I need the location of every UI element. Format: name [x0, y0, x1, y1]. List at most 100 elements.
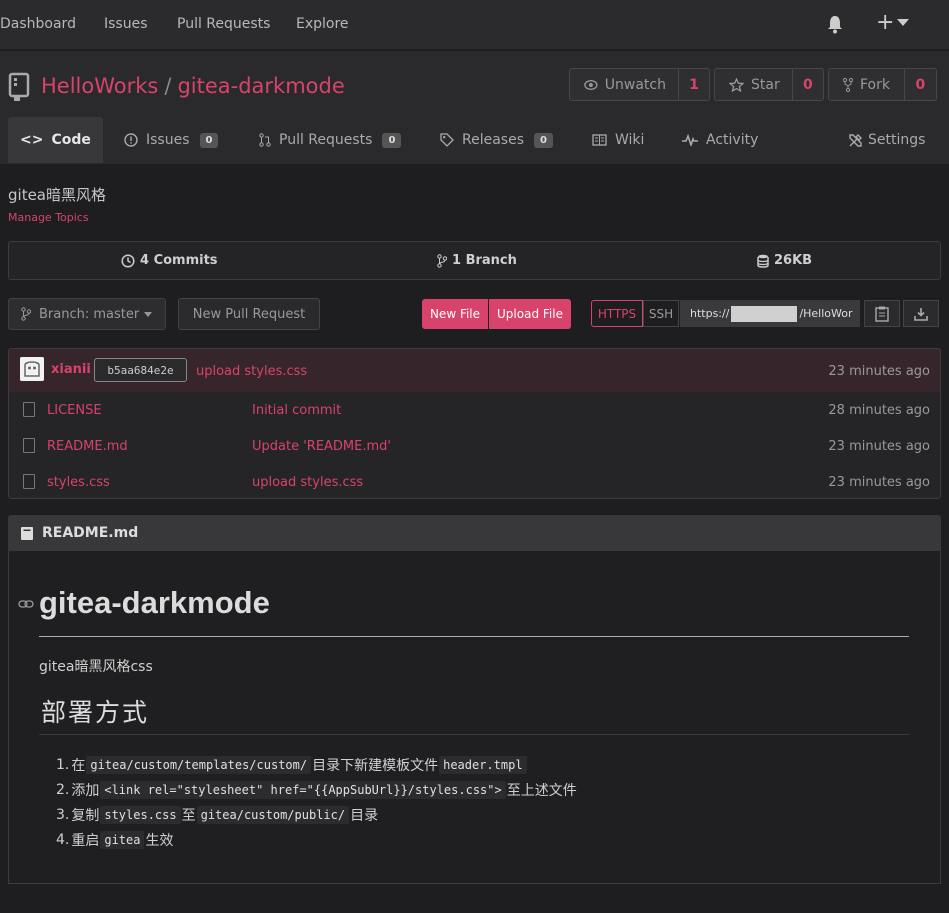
- step-text: 添加: [71, 782, 100, 799]
- watch-count[interactable]: 1: [679, 69, 709, 100]
- watch-button-group: Unwatch 1: [569, 68, 710, 101]
- step-text: 在: [71, 757, 86, 774]
- pulse-icon: [682, 134, 698, 146]
- database-icon: [757, 254, 769, 268]
- file-commit-message[interactable]: upload styles.css: [252, 475, 363, 490]
- readme-heading-2: 部署方式: [41, 698, 150, 727]
- file-name-link[interactable]: styles.css: [47, 475, 110, 490]
- tab-pull-requests[interactable]: Pull Requests 0: [259, 117, 402, 163]
- fork-count[interactable]: 0: [905, 69, 936, 100]
- step-number: 2.: [56, 781, 70, 798]
- tab-settings[interactable]: Settings: [848, 117, 925, 163]
- book-icon: [592, 134, 607, 146]
- copy-url-button[interactable]: [864, 300, 900, 327]
- bell-icon[interactable]: [826, 14, 844, 34]
- upload-file-button[interactable]: Upload File: [489, 299, 571, 329]
- download-button[interactable]: [903, 300, 939, 327]
- repo-name-link[interactable]: gitea-darkmode: [177, 74, 344, 98]
- nav-issues[interactable]: Issues: [104, 16, 148, 32]
- commit-author[interactable]: xianii: [51, 362, 91, 377]
- latest-commit-row: xianii b5aa684e2e upload styles.css 23 m…: [9, 349, 940, 392]
- tab-wiki-label: Wiki: [615, 132, 645, 148]
- branches-stat[interactable]: 1 Branch: [437, 253, 517, 268]
- list-item: 2. 添加 <link rel="stylesheet" href="{{AppS…: [56, 777, 577, 802]
- tab-releases[interactable]: Releases 0: [440, 117, 553, 163]
- tab-issues[interactable]: Issues 0: [124, 117, 219, 163]
- step-text: 生效: [145, 832, 174, 849]
- nav-dashboard[interactable]: Dashboard: [0, 16, 76, 32]
- manage-topics-link[interactable]: Manage Topics: [8, 211, 89, 224]
- list-item: 1. 在 gitea/custom/templates/custom/目录下新建模…: [56, 752, 577, 777]
- star-button[interactable]: Star: [715, 69, 793, 100]
- tab-code-label: Code: [51, 132, 91, 148]
- tab-code[interactable]: <> Code: [8, 117, 103, 163]
- table-row: styles.css upload styles.css 23 minutes …: [9, 464, 940, 498]
- eye-icon: [584, 79, 598, 90]
- nav-pull-requests[interactable]: Pull Requests: [177, 16, 270, 32]
- file-icon: [23, 438, 35, 453]
- top-navbar: Dashboard Issues Pull Requests Explore +: [0, 0, 949, 50]
- clone-url-suffix: /HelloWor: [799, 307, 853, 320]
- commits-count: 4 Commits: [140, 253, 218, 268]
- file-icon: [23, 402, 35, 417]
- tab-releases-label: Releases: [462, 132, 524, 148]
- step-text: 目录下新建模板文件: [312, 757, 439, 774]
- repo-title: HelloWorks / gitea-darkmode: [41, 74, 345, 98]
- inline-code: styles.css: [100, 805, 181, 824]
- file-table: xianii b5aa684e2e upload styles.css 23 m…: [8, 348, 941, 499]
- unwatch-button[interactable]: Unwatch: [570, 69, 679, 100]
- branch-dropdown[interactable]: Branch: master: [8, 298, 166, 330]
- redacted-host: [731, 305, 798, 322]
- star-icon: [729, 77, 744, 92]
- file-icon: [23, 474, 35, 489]
- tools-icon: [849, 133, 862, 147]
- inline-code: gitea: [100, 830, 145, 849]
- commit-time: 23 minutes ago: [828, 364, 930, 379]
- tab-wiki[interactable]: Wiki: [592, 117, 644, 163]
- tab-settings-label: Settings: [868, 132, 926, 148]
- commit-message[interactable]: upload styles.css: [196, 364, 307, 379]
- file-name-link[interactable]: README.md: [47, 439, 128, 454]
- file-commit-time: 23 minutes ago: [828, 475, 930, 490]
- clone-url-field[interactable]: https:// /HelloWor: [680, 300, 860, 327]
- repo-icon: [8, 72, 30, 101]
- pull-requests-count-badge: 0: [382, 132, 402, 148]
- commits-stat[interactable]: 4 Commits: [121, 253, 218, 268]
- fork-icon: [843, 77, 853, 92]
- inline-code: gitea/custom/templates/custom/: [86, 755, 312, 774]
- pull-request-icon: [259, 133, 271, 147]
- avatar[interactable]: [20, 357, 44, 381]
- step-text: 至上述文件: [506, 782, 577, 799]
- deploy-steps-list: 1. 在 gitea/custom/templates/custom/目录下新建模…: [56, 752, 577, 852]
- step-text: 重启: [71, 832, 100, 849]
- new-file-button[interactable]: New File: [422, 299, 488, 329]
- clipboard-icon: [875, 306, 889, 322]
- tab-activity[interactable]: Activity: [682, 117, 758, 163]
- step-number: 3.: [56, 806, 70, 823]
- branch-icon: [437, 253, 447, 268]
- repo-owner-link[interactable]: HelloWorks: [41, 74, 158, 98]
- commit-sha-button[interactable]: b5aa684e2e: [94, 358, 187, 382]
- fork-button[interactable]: Fork: [829, 69, 905, 100]
- plus-icon[interactable]: +: [876, 12, 894, 34]
- file-commit-message[interactable]: Update 'README.md': [252, 439, 391, 454]
- tab-pull-requests-label: Pull Requests: [279, 132, 373, 148]
- divider: [39, 734, 909, 735]
- file-commit-time: 23 minutes ago: [828, 439, 930, 454]
- star-label: Star: [751, 76, 780, 93]
- https-clone-toggle[interactable]: HTTPS: [591, 300, 643, 327]
- ssh-clone-toggle[interactable]: SSH: [643, 300, 679, 327]
- new-pull-request-button[interactable]: New Pull Request: [178, 298, 320, 330]
- clone-url-prefix: https://: [690, 307, 730, 320]
- file-name-link[interactable]: LICENSE: [47, 403, 102, 418]
- link-icon[interactable]: [18, 598, 34, 610]
- step-text: 复制: [71, 807, 100, 824]
- readme-header: README.md: [8, 515, 941, 551]
- divider: [39, 636, 909, 637]
- chevron-down-icon[interactable]: [897, 19, 909, 26]
- repo-description: gitea暗黑风格: [8, 186, 106, 204]
- step-text: 目录: [350, 807, 379, 824]
- file-commit-message[interactable]: Initial commit: [252, 403, 341, 418]
- star-count[interactable]: 0: [793, 69, 823, 100]
- nav-explore[interactable]: Explore: [296, 16, 349, 32]
